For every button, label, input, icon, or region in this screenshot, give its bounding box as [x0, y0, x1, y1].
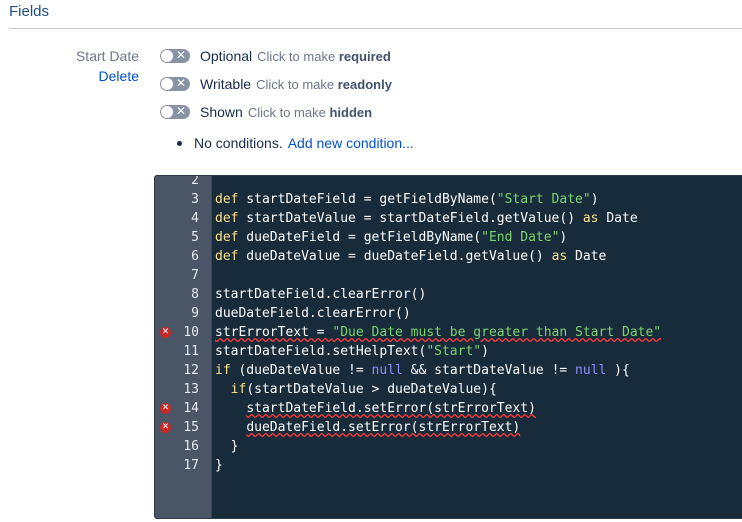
add-condition-link[interactable]: Add new condition... [288, 135, 414, 151]
toggle-row-required: ✕ Optional Click to make required [160, 46, 391, 66]
hidden-hint-action: hidden [329, 104, 373, 120]
code-text: def dueDateField = getFieldByName("End D… [215, 230, 568, 245]
line-number: 17 [183, 458, 199, 473]
line-number: 8 [191, 287, 199, 302]
delete-field-link[interactable]: Delete [99, 68, 139, 84]
code-text: dueDateField.clearError() [215, 306, 411, 321]
code-line: 4 def startDateValue = startDateField.get… [155, 209, 742, 228]
code-text: startDateField.setHelpText("Start") [215, 344, 489, 359]
error-icon[interactable]: ✕ [160, 422, 171, 433]
code-line: 9 dueDateField.clearError() [155, 304, 742, 323]
code-text: dueDateField.setError(strErrorText) [246, 420, 521, 435]
hidden-state-label: Shown [200, 104, 243, 120]
required-toggle[interactable]: ✕ [160, 48, 190, 63]
line-number: 5 [191, 230, 199, 245]
code-line: 7 [155, 266, 742, 285]
code-text: if(startDateValue > dueDateValue){ [230, 382, 497, 397]
hidden-hint[interactable]: Click to make hidden [248, 105, 372, 120]
line-number: 7 [191, 268, 199, 283]
section-title: Fields [9, 3, 50, 20]
line-number: 13 [183, 382, 199, 397]
code-line: 8 startDateField.clearError() [155, 285, 742, 304]
code-line: 13 if(startDateValue > dueDateValue){ [155, 380, 742, 399]
line-number: 16 [183, 439, 199, 454]
code-line: 17} [155, 456, 742, 475]
code-text: strErrorText = "Due Date must be greater… [215, 325, 662, 340]
line-number: 6 [191, 249, 199, 264]
hidden-toggle[interactable]: ✕ [160, 104, 190, 119]
line-number: 12 [183, 363, 199, 378]
line-number: 2 [191, 175, 199, 188]
toggle-knob [161, 78, 173, 90]
code-line: 6 def dueDateValue = dueDateField.getValu… [155, 247, 742, 266]
code-text: def startDateField = getFieldByName("Sta… [215, 192, 599, 207]
code-text: } [215, 458, 223, 473]
code-line: 2 [155, 175, 742, 190]
required-hint[interactable]: Click to make required [257, 49, 391, 64]
code-line: 5 def dueDateField = getFieldByName("End … [155, 228, 742, 247]
code-text: startDateField.setError(strErrorText) [246, 401, 536, 416]
hidden-hint-text: Click to make [247, 104, 326, 120]
toggle-off-icon: ✕ [176, 104, 187, 118]
conditions-text: No conditions. [194, 135, 283, 151]
error-icon[interactable]: ✕ [160, 327, 171, 338]
required-hint-text: Click to make [257, 48, 336, 64]
toggle-off-icon: ✕ [176, 76, 187, 90]
section-divider [9, 28, 742, 29]
code-line: 11 startDateField.setHelpText("Start") [155, 342, 742, 361]
code-line: 10 ✕ strErrorText = "Due Date must be grea… [155, 323, 742, 342]
bullet-icon [177, 140, 182, 146]
toggle-row-hidden: ✕ Shown Click to make hidden [160, 102, 372, 122]
code-text: def startDateValue = startDateField.getV… [215, 211, 638, 226]
line-number: 3 [191, 192, 199, 207]
toggle-row-readonly: ✕ Writable Click to make readonly [160, 74, 392, 94]
readonly-toggle[interactable]: ✕ [160, 76, 190, 91]
line-number: 9 [191, 306, 199, 321]
readonly-hint-action: readonly [337, 76, 392, 92]
error-icon[interactable]: ✕ [160, 403, 171, 414]
line-number: 11 [183, 344, 199, 359]
toggle-knob [161, 50, 173, 62]
conditions-list: No conditions. Add new condition... [177, 135, 414, 151]
code-line: 14 ✕ startDateField.setError(strErrorText… [155, 399, 742, 418]
required-hint-action: required [338, 48, 391, 64]
toggle-off-icon: ✕ [176, 48, 187, 62]
readonly-state-label: Writable [200, 76, 252, 92]
readonly-hint-text: Click to make [256, 76, 335, 92]
toggle-knob [161, 106, 173, 118]
code-line: 12 if (dueDateValue != null && startDateV… [155, 361, 742, 380]
code-line: 3 def startDateField = getFieldByName("St… [155, 190, 742, 209]
field-name: Start Date [75, 48, 139, 64]
line-number: 4 [191, 211, 199, 226]
code-line: 16 } [155, 437, 742, 456]
required-state-label: Optional [200, 48, 253, 64]
code-text: } [215, 439, 239, 454]
readonly-hint[interactable]: Click to make readonly [256, 77, 392, 92]
code-editor[interactable]: 2 3 def startDateField = getFieldByName("S… [154, 175, 742, 519]
code-text: if (dueDateValue != null && startDateVal… [215, 363, 630, 378]
code-line: 15 ✕ dueDateField.setError(strErrorText) [155, 418, 742, 437]
code-text: def dueDateValue = dueDateField.getValue… [215, 249, 607, 264]
code-text: startDateField.clearError() [215, 287, 427, 302]
